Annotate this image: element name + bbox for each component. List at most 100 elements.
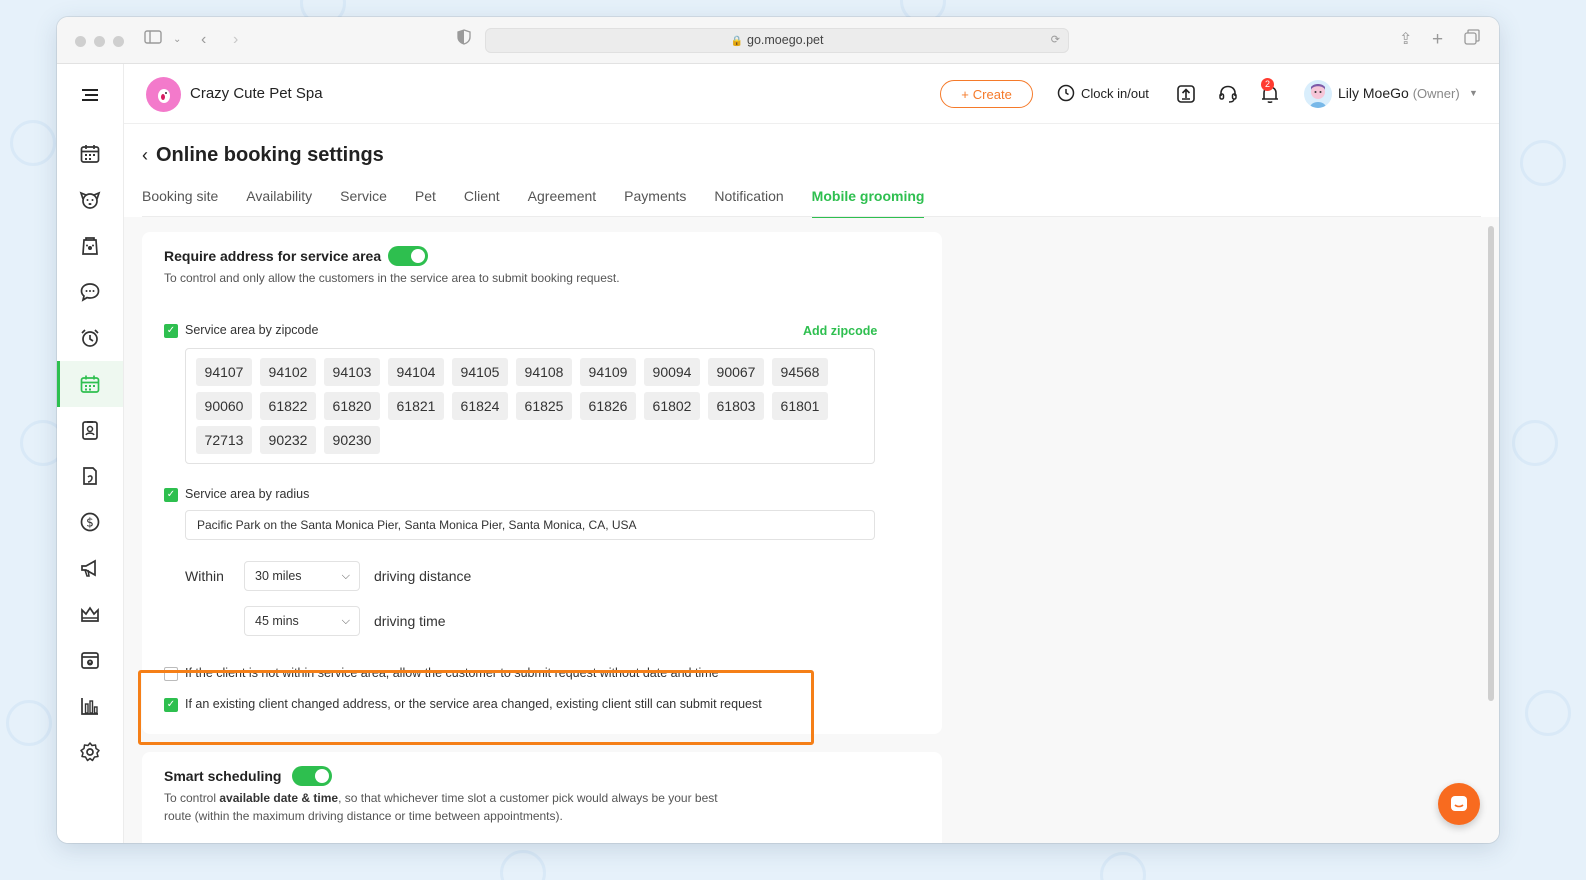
zipcode-chip[interactable]: 90232	[260, 426, 316, 454]
tab-service[interactable]: Service	[340, 188, 387, 216]
scrollbar[interactable]	[1488, 226, 1494, 701]
add-zipcode-link[interactable]: Add zipcode	[803, 324, 877, 338]
shield-icon[interactable]	[457, 29, 471, 52]
menu-icon[interactable]	[57, 72, 123, 118]
tab-mobile-grooming[interactable]: Mobile grooming	[811, 188, 924, 218]
sidebar-toggle-icon[interactable]	[144, 29, 162, 52]
distance-select[interactable]: 30 miles ⌵	[244, 561, 360, 591]
sidebar-item-online-booking[interactable]	[57, 361, 123, 407]
smart-scheduling-description: To control available date & time, so tha…	[164, 789, 718, 825]
forward-icon[interactable]: ›	[233, 29, 238, 51]
tab-payments[interactable]: Payments	[624, 188, 686, 216]
smart-scheduling-toggle[interactable]	[292, 766, 332, 786]
share-icon[interactable]: ⇪	[1399, 29, 1412, 51]
tab-notification[interactable]: Notification	[714, 188, 783, 216]
sidebar-item-messages[interactable]	[57, 269, 123, 315]
user-menu[interactable]: Lily MoeGo (Owner)	[1338, 85, 1460, 101]
clock-in-out-button[interactable]: Clock in/out	[1057, 84, 1149, 102]
zipcode-chip[interactable]: 90094	[644, 358, 700, 386]
zipcode-chip[interactable]: 61821	[388, 392, 444, 420]
sidebar-item-clients[interactable]	[57, 407, 123, 453]
sidebar-item-retail[interactable]	[57, 223, 123, 269]
sidebar-item-reports[interactable]	[57, 453, 123, 499]
reload-icon[interactable]: ⟳	[1051, 29, 1060, 52]
caret-down-icon[interactable]: ▼	[1469, 88, 1478, 98]
url-text: go.moego.pet	[747, 33, 824, 47]
page-header: ‹ Online booking settings Booking site Av…	[124, 124, 1499, 218]
avatar[interactable]	[1304, 80, 1332, 108]
chevron-down-icon: ⌵	[341, 570, 350, 582]
tabs-overview-icon[interactable]	[1464, 29, 1480, 52]
tab-client[interactable]: Client	[464, 188, 500, 216]
zipcode-chip[interactable]: 61825	[516, 392, 572, 420]
sidebar-item-settings[interactable]	[57, 729, 123, 775]
sidebar-item-marketing[interactable]	[57, 545, 123, 591]
zipcode-chip[interactable]: 94103	[324, 358, 380, 386]
sidebar-item-pets[interactable]	[57, 177, 123, 223]
zipcode-chip[interactable]: 61822	[260, 392, 316, 420]
create-button[interactable]: + Create	[940, 80, 1033, 108]
tab-pet[interactable]: Pet	[415, 188, 436, 216]
zipcode-chip[interactable]: 90230	[324, 426, 380, 454]
zipcode-chip[interactable]: 90067	[708, 358, 764, 386]
top-header: Crazy Cute Pet Spa + Create Clock in/out …	[124, 64, 1499, 124]
chevron-down-icon[interactable]: ⌄	[173, 29, 181, 51]
zipcode-chip[interactable]: 61802	[644, 392, 700, 420]
clock-label: Clock in/out	[1081, 85, 1149, 101]
highlight-annotation	[138, 670, 814, 745]
service-area-toggle[interactable]	[388, 246, 428, 266]
notification-badge: 2	[1261, 78, 1274, 91]
sidebar-item-calendar[interactable]	[57, 131, 123, 177]
zipcode-chip[interactable]: 94568	[772, 358, 828, 386]
radius-checkbox[interactable]: ✓	[164, 488, 178, 502]
browser-toolbar: ⌄ ‹ › 🔒 go.moego.pet ⟳ ⇪ +	[57, 17, 1499, 64]
back-arrow-icon[interactable]: ‹	[142, 145, 148, 166]
sidebar-item-memberships[interactable]	[57, 591, 123, 637]
zipcode-chip[interactable]: 94107	[196, 358, 252, 386]
dollar-icon: $	[80, 512, 100, 532]
service-area-title: Require address for service area	[164, 248, 382, 264]
zipcode-chip[interactable]: 90060	[196, 392, 252, 420]
zipcode-chip[interactable]: 61826	[580, 392, 636, 420]
sidebar-item-reminders[interactable]	[57, 315, 123, 361]
zipcode-chip[interactable]: 72713	[196, 426, 252, 454]
back-icon[interactable]: ‹	[201, 29, 206, 51]
business-name[interactable]: Crazy Cute Pet Spa	[190, 85, 323, 102]
address-input[interactable]: Pacific Park on the Santa Monica Pier, S…	[185, 510, 875, 540]
zipcode-chip[interactable]: 94105	[452, 358, 508, 386]
sidebar-item-payments[interactable]: $	[57, 499, 123, 545]
business-logo[interactable]	[146, 77, 181, 112]
clock-icon	[1057, 84, 1075, 102]
tab-booking-site[interactable]: Booking site	[142, 188, 218, 216]
time-select[interactable]: 45 mins ⌵	[244, 606, 360, 636]
lock-icon: 🔒	[730, 36, 743, 47]
zipcode-chip[interactable]: 61801	[772, 392, 828, 420]
zipcode-chip[interactable]: 94108	[516, 358, 572, 386]
contact-card-icon	[82, 421, 98, 440]
distance-value: 30 miles	[255, 569, 302, 583]
sidebar-item-schedule[interactable]	[57, 637, 123, 683]
chevron-down-icon: ⌵	[341, 615, 350, 627]
new-tab-icon[interactable]: +	[1432, 29, 1443, 51]
zipcode-chip[interactable]: 94104	[388, 358, 444, 386]
zipcode-checkbox[interactable]: ✓	[164, 324, 178, 338]
alarm-clock-icon	[81, 329, 99, 347]
tab-availability[interactable]: Availability	[246, 188, 312, 216]
zipcode-chip[interactable]: 61803	[708, 392, 764, 420]
zipcode-chip[interactable]: 94102	[260, 358, 316, 386]
tab-agreement[interactable]: Agreement	[528, 188, 596, 216]
user-role: (Owner)	[1412, 86, 1460, 101]
calendar-icon	[80, 145, 100, 163]
zipcode-chip[interactable]: 94109	[580, 358, 636, 386]
upload-icon[interactable]	[1175, 83, 1197, 105]
address-bar[interactable]: 🔒 go.moego.pet ⟳	[485, 28, 1069, 53]
pet-food-icon	[82, 237, 98, 255]
gear-icon	[80, 742, 100, 762]
window-controls[interactable]	[75, 36, 124, 47]
zipcode-list: 94107 94102 94103 94104 94105 94108 94109 90094…	[185, 348, 875, 464]
headset-icon[interactable]	[1217, 83, 1239, 105]
sidebar-item-insights[interactable]	[57, 683, 123, 729]
zipcode-chip[interactable]: 61820	[324, 392, 380, 420]
zipcode-chip[interactable]: 61824	[452, 392, 508, 420]
support-chat-button[interactable]	[1438, 783, 1480, 825]
